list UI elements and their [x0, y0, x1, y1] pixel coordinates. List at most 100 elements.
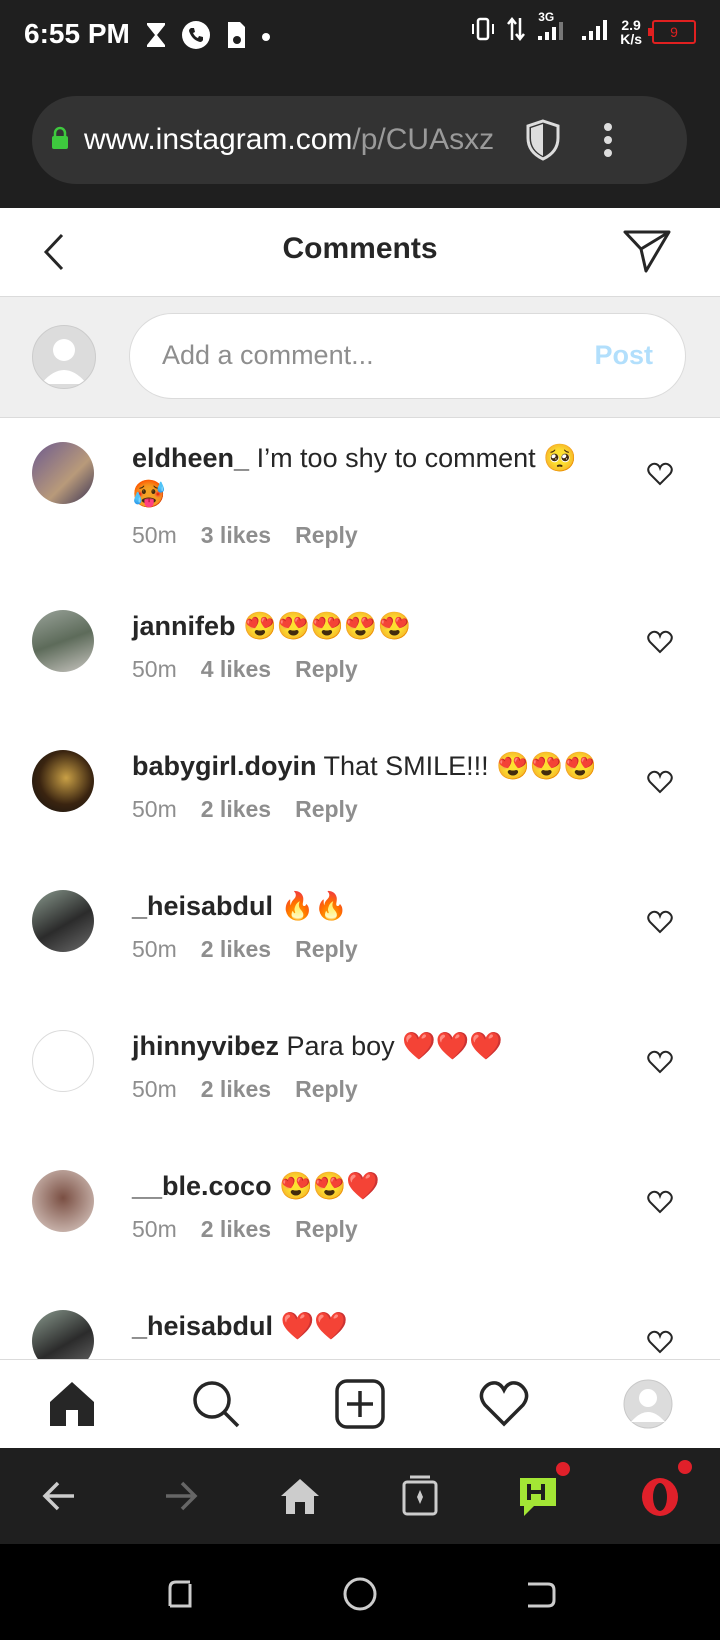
- comment-username[interactable]: _heisabdul: [132, 891, 273, 921]
- comment-time: 50m: [132, 796, 177, 822]
- shield-icon[interactable]: [524, 118, 562, 167]
- comment-placeholder: Add a comment...: [162, 340, 374, 370]
- lock-icon: [50, 126, 70, 155]
- comment-likes[interactable]: 2 likes: [201, 796, 271, 823]
- home-icon[interactable]: [46, 1378, 98, 1430]
- commenter-avatar[interactable]: [32, 610, 94, 672]
- like-heart-icon[interactable]: [647, 1050, 673, 1074]
- battery-icon: 9: [648, 19, 696, 44]
- comment-meta: 50m 2 likes Reply: [132, 1216, 358, 1243]
- address-bar[interactable]: www.instagram.com/p/CUAsxz: [32, 96, 687, 184]
- phone-call-icon: [181, 20, 211, 55]
- comment-input[interactable]: Add a comment... Post: [129, 313, 686, 399]
- status-system-icons: 3G 2.9 K/s 9: [470, 10, 696, 47]
- status-notification-icons: [145, 20, 271, 55]
- instagram-bottom-nav: [0, 1359, 720, 1448]
- commenter-avatar[interactable]: [32, 1170, 94, 1232]
- commenter-avatar[interactable]: [32, 442, 94, 504]
- comment-meta: 50m 2 likes Reply: [132, 796, 358, 823]
- comment-username[interactable]: jhinnyvibez: [132, 1031, 279, 1061]
- comment-time: 50m: [132, 656, 177, 682]
- home-icon[interactable]: [278, 1474, 322, 1518]
- commenter-avatar[interactable]: [32, 750, 94, 812]
- page-title: Comments: [282, 232, 438, 265]
- new-post-icon[interactable]: [334, 1378, 386, 1430]
- post-button[interactable]: Post: [594, 340, 653, 371]
- commenter-avatar[interactable]: [32, 1310, 94, 1360]
- comment-time: 50m: [132, 936, 177, 962]
- like-heart-icon[interactable]: [647, 910, 673, 934]
- like-heart-icon[interactable]: [647, 1330, 673, 1354]
- comment-likes[interactable]: 3 likes: [201, 522, 271, 549]
- comment-username[interactable]: jannifeb: [132, 611, 236, 641]
- comment-text: _heisabdul ❤️❤️: [132, 1311, 348, 1341]
- reply-button[interactable]: Reply: [295, 1216, 358, 1243]
- comment-meta: 50m 4 likes Reply: [132, 656, 358, 683]
- system-nav-bar: [0, 1544, 720, 1640]
- add-comment-bar: Add a comment... Post: [0, 297, 720, 418]
- reply-button[interactable]: Reply: [295, 936, 358, 963]
- comment-likes[interactable]: 2 likes: [201, 1216, 271, 1243]
- back-arrow-icon[interactable]: [38, 1474, 82, 1518]
- comment-username[interactable]: eldheen_: [132, 443, 249, 473]
- reply-button[interactable]: Reply: [295, 522, 358, 549]
- reply-button[interactable]: Reply: [295, 796, 358, 823]
- recent-apps-icon[interactable]: [162, 1576, 198, 1612]
- commenter-avatar[interactable]: [32, 1030, 94, 1092]
- browser-toolbar: www.instagram.com/p/CUAsxz: [0, 72, 720, 208]
- status-bar: 6:55 PM 3G 2.9 K/s 9: [0, 0, 720, 72]
- comment-text: jhinnyvibez Para boy ❤️❤️❤️: [132, 1031, 503, 1061]
- comment-time: 50m: [132, 522, 177, 548]
- like-heart-icon[interactable]: [647, 630, 673, 654]
- current-user-avatar: [32, 325, 96, 389]
- data-transfer-icon: [506, 16, 526, 47]
- comment-text: _heisabdul 🔥🔥: [132, 891, 348, 921]
- comment-meta: 50m 2 likes Reply: [132, 1076, 358, 1103]
- signal-icon: [580, 16, 610, 47]
- back-button-icon[interactable]: [522, 1576, 558, 1612]
- url-text[interactable]: www.instagram.com/p/CUAsxz: [84, 123, 534, 157]
- search-icon[interactable]: [190, 1378, 242, 1430]
- comment-meta: 50m 3 likes Reply: [132, 522, 358, 549]
- signal-3g-icon: 3G: [536, 10, 570, 47]
- reply-button[interactable]: Reply: [295, 1076, 358, 1103]
- comment-likes[interactable]: 4 likes: [201, 656, 271, 683]
- reply-button[interactable]: Reply: [295, 656, 358, 683]
- like-heart-icon[interactable]: [647, 1190, 673, 1214]
- browser-nav-bar: [0, 1448, 720, 1544]
- profile-icon[interactable]: [622, 1378, 674, 1430]
- comments-header: Comments: [0, 208, 720, 297]
- comment-username[interactable]: _heisabdul: [132, 1311, 273, 1341]
- network-type-label: 3G: [538, 10, 555, 24]
- comment-meta: 50m 2 likes Reply: [132, 936, 358, 963]
- comment-text: babygirl.doyin That SMILE!!! 😍😍😍: [132, 751, 597, 781]
- opera-notification-dot: [678, 1460, 692, 1474]
- comment-text: __ble.coco 😍😍❤️: [132, 1171, 380, 1201]
- status-time: 6:55 PM: [24, 18, 130, 49]
- comment-likes[interactable]: 2 likes: [201, 936, 271, 963]
- comment-time: 50m: [132, 1076, 177, 1102]
- forward-arrow-icon[interactable]: [158, 1474, 202, 1518]
- like-heart-icon[interactable]: [647, 462, 673, 486]
- comments-list: eldheen_ I’m too shy to comment 🥺🥵 50m 3…: [0, 418, 720, 1360]
- comment-username[interactable]: __ble.coco: [132, 1171, 272, 1201]
- home-button-icon[interactable]: [342, 1576, 378, 1612]
- commenter-avatar[interactable]: [32, 890, 94, 952]
- hourglass-icon: [145, 21, 167, 54]
- sim-storage-icon: [225, 20, 247, 55]
- hype-icon[interactable]: [516, 1474, 560, 1518]
- network-speed: 2.9 K/s: [620, 16, 642, 47]
- comment-username[interactable]: babygirl.doyin: [132, 751, 317, 781]
- hype-notification-dot: [556, 1462, 570, 1476]
- comment-text: jannifeb 😍😍😍😍😍: [132, 611, 412, 641]
- vibrate-icon: [470, 16, 496, 47]
- opera-menu-icon[interactable]: [638, 1474, 682, 1518]
- comment-likes[interactable]: 2 likes: [201, 1076, 271, 1103]
- send-direct-icon[interactable]: [622, 228, 672, 279]
- notification-dot-icon: [261, 29, 271, 47]
- activity-heart-icon[interactable]: [478, 1378, 530, 1430]
- tabs-icon[interactable]: [398, 1474, 442, 1518]
- comment-time: 50m: [132, 1216, 177, 1242]
- more-menu-icon[interactable]: [602, 122, 614, 163]
- like-heart-icon[interactable]: [647, 770, 673, 794]
